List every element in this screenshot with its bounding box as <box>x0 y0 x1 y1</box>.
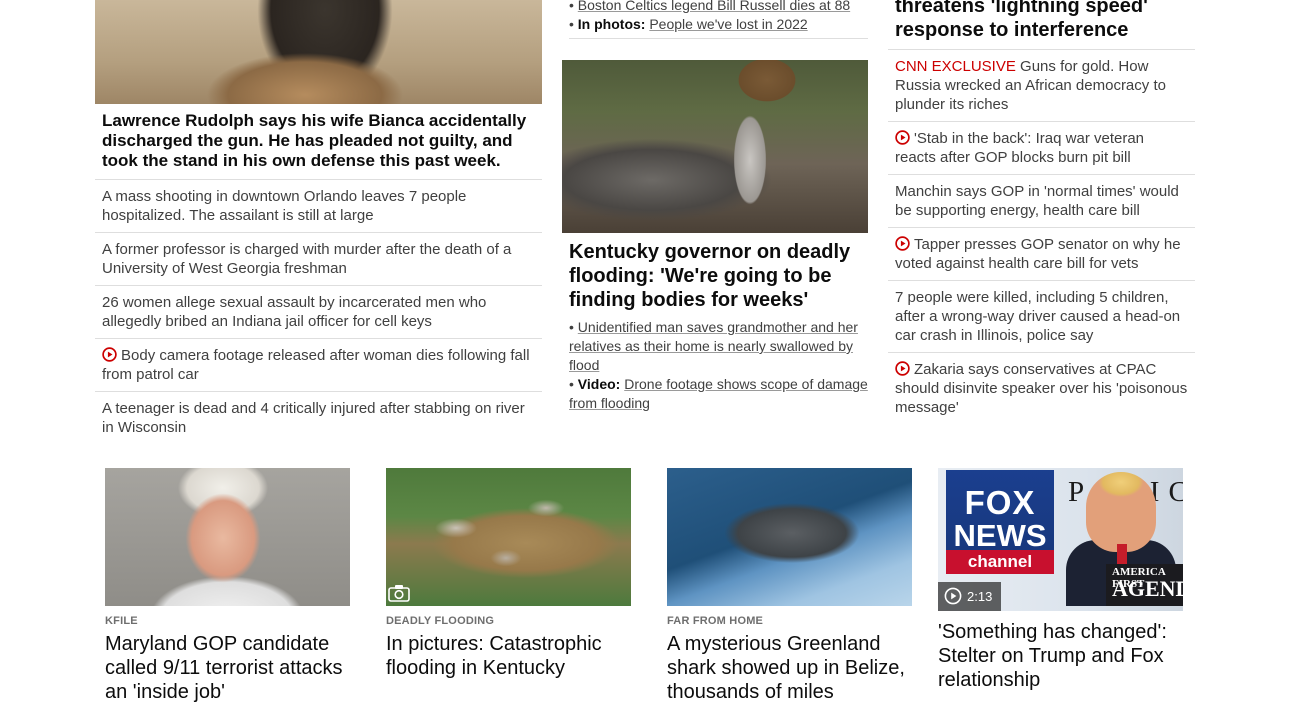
play-icon <box>895 236 910 251</box>
story-link[interactable]: 26 women allege sexual assault by incarc… <box>95 286 542 339</box>
story-link-text: A teenager is dead and 4 critically inju… <box>102 400 525 436</box>
story-link-text: A former professor is charged with murde… <box>102 241 512 277</box>
card-thumbnail: FOX NEWS channel POLIC AMERICA FIRST AGE… <box>938 468 1183 611</box>
card-thumbnail <box>105 468 350 606</box>
play-icon <box>895 361 910 376</box>
video-story-link[interactable]: Tapper presses GOP senator on why he vot… <box>888 228 1195 281</box>
top-stories-column: Lawrence Rudolph says his wife Bianca ac… <box>95 0 542 444</box>
exclusive-label: CNN EXCLUSIVE <box>895 58 1016 75</box>
story-link-text: Tapper presses GOP senator on why he vot… <box>895 236 1181 272</box>
related-link[interactable]: • In photos: People we've lost in 2022 <box>562 15 868 34</box>
related-link-label: In photos: <box>577 16 646 32</box>
story-link-text: 26 women allege sexual assault by incarc… <box>102 294 487 330</box>
video-story-link[interactable]: 'Stab in the back': Iraq war veteran rea… <box>888 122 1195 175</box>
fox-logo-word: NEWS <box>953 518 1047 553</box>
lead-story-caption[interactable]: Lawrence Rudolph says his wife Bianca ac… <box>95 104 542 180</box>
related-link[interactable]: • Boston Celtics legend Bill Russell die… <box>562 0 868 15</box>
gallery-card[interactable]: DEADLY FLOODING In pictures: Catastrophi… <box>386 468 631 680</box>
story-link[interactable]: A teenager is dead and 4 critically inju… <box>95 392 542 444</box>
video-story-link[interactable]: Body camera footage released after woman… <box>95 339 542 392</box>
fox-logo-word: FOX <box>964 484 1036 521</box>
related-links: • Unidentified man saves grandmother and… <box>562 318 868 413</box>
lead-story-photo[interactable] <box>95 0 542 104</box>
story-link[interactable]: Manchin says GOP in 'normal times' would… <box>888 175 1195 228</box>
related-link[interactable]: • Unidentified man saves grandmother and… <box>562 318 868 375</box>
featured-story-column: • Boston Celtics legend Bill Russell die… <box>562 0 868 413</box>
related-link-label: Video: <box>577 376 621 392</box>
card-kicker: FAR FROM HOME <box>667 615 764 627</box>
flood-story-headline[interactable]: Kentucky governor on deadly flooding: 'W… <box>562 233 868 318</box>
story-link-text: 7 people were killed, including 5 childr… <box>895 289 1181 344</box>
card-title: 'Something has changed': Stelter on Trum… <box>938 621 1167 691</box>
exclusive-story-link[interactable]: CNN EXCLUSIVE Guns for gold. How Russia … <box>888 50 1195 122</box>
story-link-text: Body camera footage released after woman… <box>102 347 530 383</box>
related-link-text: Unidentified man saves grandmother and h… <box>569 319 858 373</box>
video-card[interactable]: FOX NEWS channel POLIC AMERICA FIRST AGE… <box>938 468 1183 692</box>
fox-logo-channel: channel <box>946 550 1054 574</box>
card-kicker: DEADLY FLOODING <box>386 615 495 627</box>
story-card[interactable]: KFILE Maryland GOP candidate called 9/11… <box>105 468 350 704</box>
related-link-text: Boston Celtics legend Bill Russell dies … <box>577 0 851 13</box>
story-link-text: A mass shooting in downtown Orlando leav… <box>102 188 467 224</box>
story-link[interactable]: 7 people were killed, including 5 childr… <box>888 281 1195 353</box>
card-kicker: KFILE <box>105 615 138 627</box>
more-stories-column: threatens 'lightning speed' response to … <box>888 0 1195 424</box>
story-card[interactable]: FAR FROM HOME A mysterious Greenland sha… <box>667 468 912 704</box>
video-duration-badge: 2:13 <box>938 582 1002 611</box>
divider <box>569 38 868 39</box>
play-icon <box>102 347 117 362</box>
podium-sign-line: AGENDA <box>1112 576 1183 601</box>
story-link-text: Zakaria says conservatives at CPAC shoul… <box>895 361 1188 416</box>
card-thumbnail <box>386 468 631 606</box>
story-link-text: Manchin says GOP in 'normal times' would… <box>895 183 1179 219</box>
story-headline[interactable]: threatens 'lightning speed' response to … <box>888 0 1195 50</box>
play-icon <box>895 130 910 145</box>
podium-sign: AMERICA FIRST AGENDA <box>1106 564 1183 606</box>
card-title: Maryland GOP candidate called 9/11 terro… <box>105 633 343 703</box>
card-title: A mysterious Greenland shark showed up i… <box>667 633 905 703</box>
fox-news-logo: FOX NEWS channel <box>946 470 1054 574</box>
related-link[interactable]: • Video: Drone footage shows scope of da… <box>562 375 868 413</box>
play-icon <box>944 587 962 605</box>
story-link[interactable]: A former professor is charged with murde… <box>95 233 542 286</box>
camera-icon <box>388 585 410 602</box>
story-link-text: 'Stab in the back': Iraq war veteran rea… <box>895 130 1145 166</box>
related-link-text: People we've lost in 2022 <box>649 16 808 32</box>
story-link[interactable]: A mass shooting in downtown Orlando leav… <box>95 180 542 233</box>
card-thumbnail <box>667 468 912 606</box>
video-story-link[interactable]: Zakaria says conservatives at CPAC shoul… <box>888 353 1195 424</box>
card-title: In pictures: Catastrophic flooding in Ke… <box>386 633 602 679</box>
flood-story-photo[interactable] <box>562 60 868 233</box>
speaker-head <box>1086 472 1156 552</box>
video-duration: 2:13 <box>967 589 993 604</box>
